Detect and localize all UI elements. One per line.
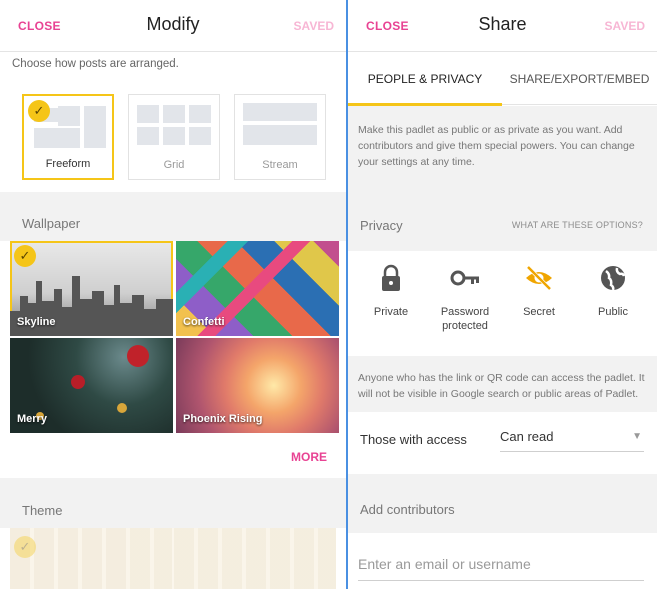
privacy-option-secret[interactable]: Secret <box>502 261 576 319</box>
wallpaper-label: Confetti <box>183 316 225 328</box>
modify-panel: CLOSE Modify SAVED Choose how posts are … <box>0 0 346 589</box>
chevron-down-icon: ▼ <box>632 431 642 442</box>
contributor-email-input[interactable] <box>358 547 644 581</box>
privacy-option-label: Private <box>373 306 409 318</box>
more-wallpapers-button[interactable]: MORE <box>291 450 327 464</box>
access-level-value: Can read <box>500 429 554 444</box>
layout-label: Stream <box>262 159 298 171</box>
wallpaper-confetti[interactable]: Confetti <box>176 241 339 336</box>
key-icon <box>448 261 482 295</box>
wallpaper-section: Wallpaper <box>0 192 346 241</box>
wallpaper-grid: ✓ Skyline Confetti Merry Phoenix Rising <box>10 241 339 433</box>
access-level-select[interactable]: Can read ▼ <box>500 422 644 452</box>
eye-off-icon <box>522 261 556 295</box>
share-saved-indicator: SAVED <box>604 19 645 33</box>
freeform-block <box>84 106 106 148</box>
grid-block <box>189 105 211 123</box>
share-panel: CLOSE Share SAVED PEOPLE & PRIVACY SHARE… <box>348 0 657 589</box>
grid-block <box>163 105 185 123</box>
privacy-options: Private Password protected Secret Public <box>348 251 657 355</box>
checkmark-icon: ✓ <box>14 245 36 267</box>
access-label: Those with access <box>360 432 467 447</box>
privacy-option-label: Secret <box>523 306 555 318</box>
stream-block <box>243 125 317 145</box>
modify-header: CLOSE Modify SAVED <box>0 0 346 52</box>
theme-title: Theme <box>22 503 63 518</box>
modify-saved-indicator: SAVED <box>293 19 334 33</box>
privacy-option-label: Password protected <box>440 306 490 332</box>
privacy-options-link[interactable]: WHAT ARE THESE OPTIONS? <box>512 220 643 230</box>
layout-label: Freeform <box>45 158 91 170</box>
theme-option[interactable]: ✓ <box>10 528 172 589</box>
add-contributors-label: Add contributors <box>360 502 455 517</box>
layout-stream[interactable]: Stream <box>234 94 326 180</box>
layout-freeform[interactable]: ✓ Freeform <box>22 94 114 180</box>
layout-label: Grid <box>163 159 185 171</box>
share-header: CLOSE Share SAVED <box>348 0 657 52</box>
wallpaper-label: Phoenix Rising <box>183 413 263 425</box>
checkmark-icon: ✓ <box>14 536 36 558</box>
layout-grid[interactable]: Grid <box>128 94 220 180</box>
theme-options: ✓ <box>10 528 336 589</box>
wallpaper-label: Merry <box>17 413 47 425</box>
privacy-option-label: Public <box>598 306 628 318</box>
layout-options: ✓ Freeform Grid Stream <box>0 90 346 190</box>
wallpaper-label: Skyline <box>17 316 56 328</box>
share-tabs: PEOPLE & PRIVACY SHARE/EXPORT/EMBED <box>348 53 657 106</box>
privacy-option-password[interactable]: Password protected <box>428 261 502 333</box>
privacy-label: Privacy <box>360 218 403 233</box>
wallpaper-skyline[interactable]: ✓ Skyline <box>10 241 173 336</box>
lock-icon <box>374 261 408 295</box>
privacy-option-public[interactable]: Public <box>576 261 650 319</box>
tab-share-export-embed[interactable]: SHARE/EXPORT/EMBED <box>502 53 657 105</box>
tab-people-privacy[interactable]: PEOPLE & PRIVACY <box>348 53 502 106</box>
grid-block <box>189 127 211 145</box>
checkmark-icon: ✓ <box>28 100 50 122</box>
grid-block <box>163 127 185 145</box>
wallpaper-title: Wallpaper <box>22 216 81 231</box>
grid-block <box>137 105 159 123</box>
access-note: Anyone who has the link or QR code can a… <box>358 372 645 400</box>
grid-block <box>137 127 159 145</box>
email-row <box>348 533 657 589</box>
theme-section: Theme <box>0 478 346 528</box>
theme-option[interactable] <box>174 528 336 589</box>
privacy-option-private[interactable]: Private <box>354 261 428 319</box>
freeform-block <box>34 128 80 148</box>
access-row: Those with access Can read ▼ <box>348 412 657 474</box>
wallpaper-merry[interactable]: Merry <box>10 338 173 433</box>
stream-block <box>243 103 317 121</box>
wallpaper-phoenix-rising[interactable]: Phoenix Rising <box>176 338 339 433</box>
share-intro-text: Make this padlet as public or as private… <box>358 124 635 168</box>
freeform-block <box>58 106 80 126</box>
layout-hint: Choose how posts are arranged. <box>12 58 179 70</box>
globe-icon <box>596 261 630 295</box>
